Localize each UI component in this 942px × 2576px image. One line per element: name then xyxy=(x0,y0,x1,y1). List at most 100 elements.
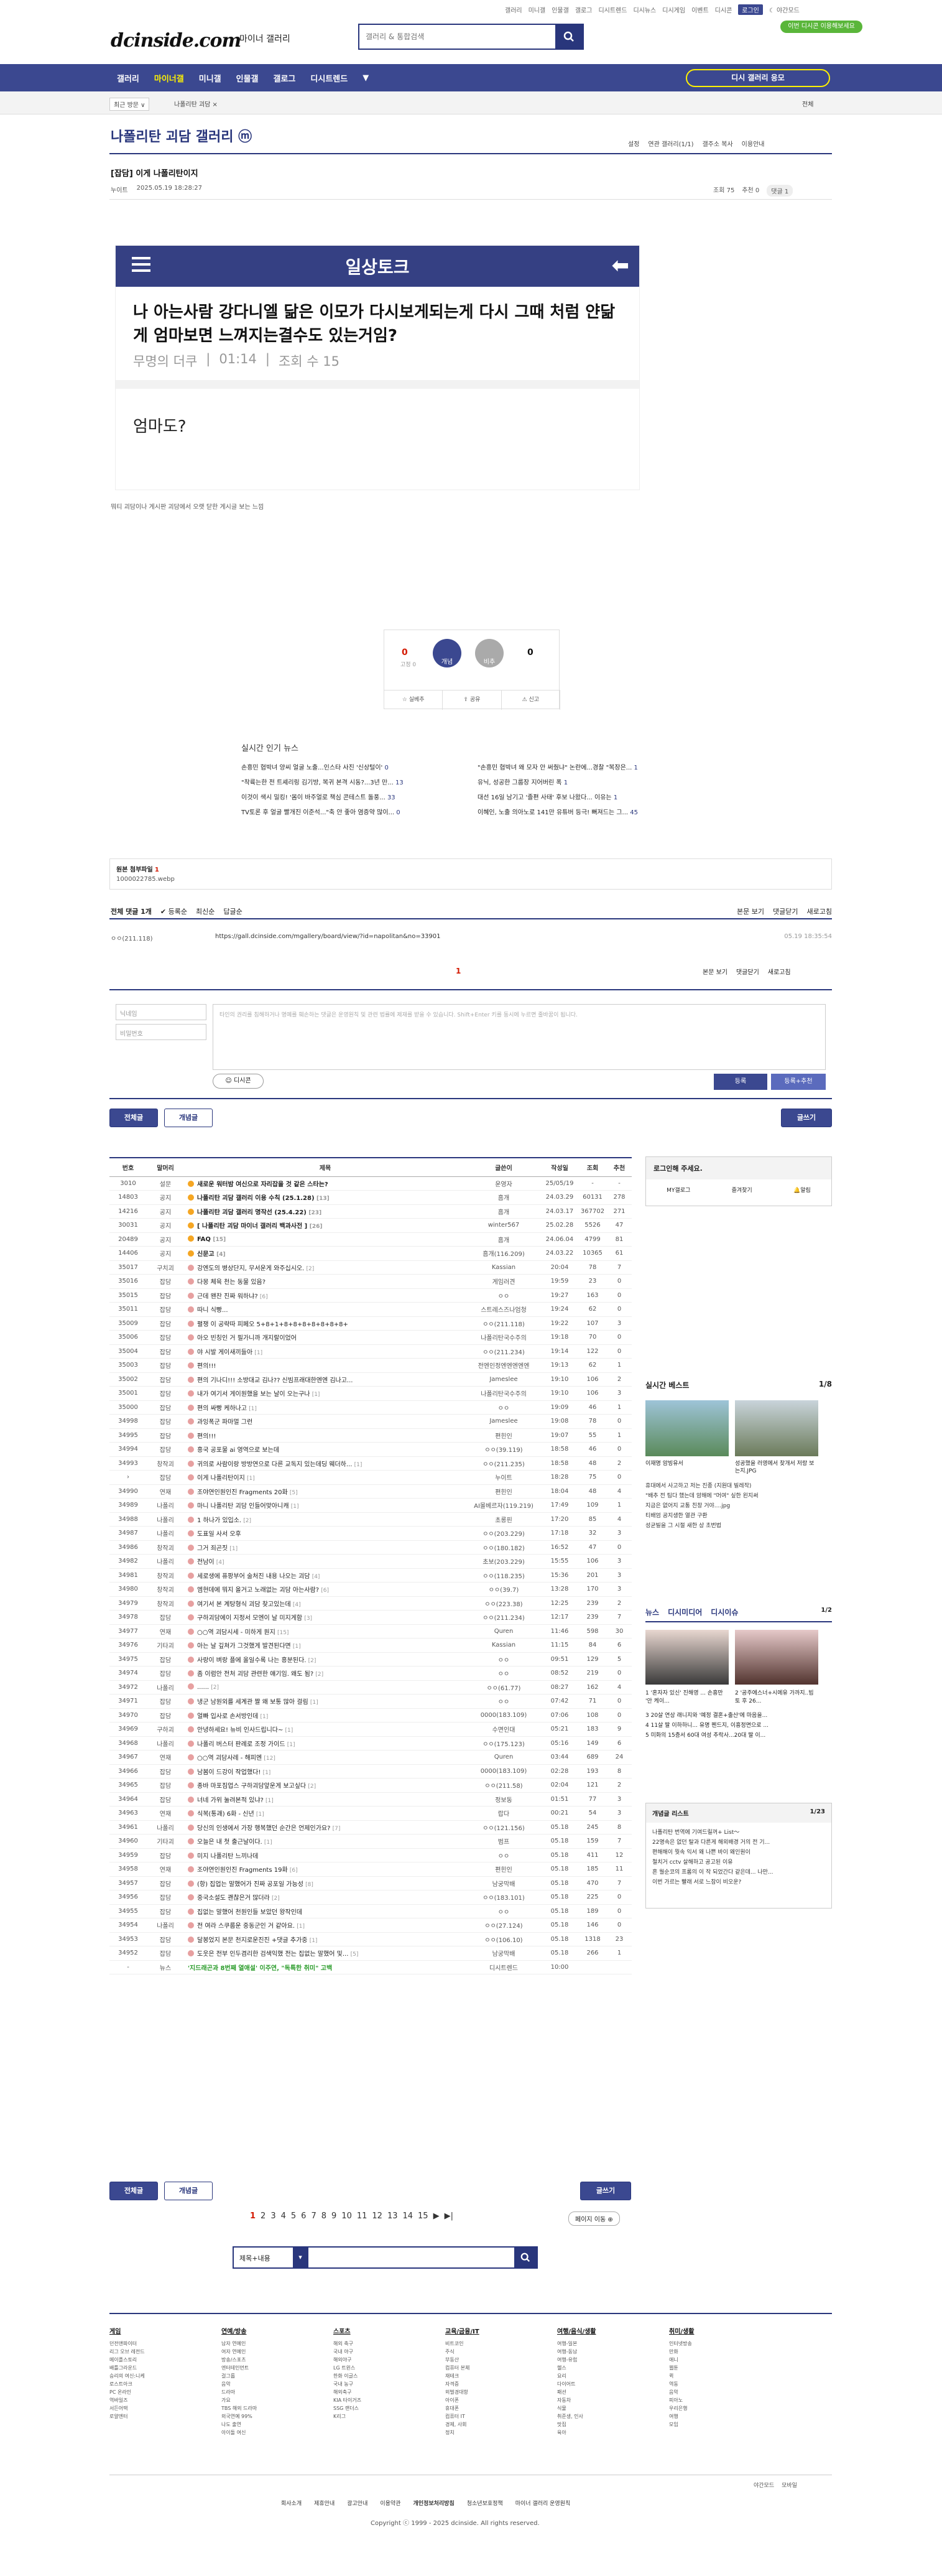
news-item[interactable]: 손흥민 협박녀 양씨 얼굴 노출...인스타 사진 '신상털이' 0 xyxy=(241,762,465,771)
news-thumb[interactable] xyxy=(645,1630,729,1685)
table-row[interactable]: 34998 잡담 과잉폭군 파마멀 그런 Jameslee 19:08 78 0 xyxy=(109,1414,632,1429)
table-row[interactable]: 34958 연재 조야연인원인진 Fragments 19화 [6] 편힌인 05.18… xyxy=(109,1862,632,1877)
util-link-game[interactable]: 디시게임 xyxy=(662,5,685,14)
comment-count[interactable]: [4] xyxy=(312,1574,320,1580)
post-title-cell[interactable]: 도웃은 전부 인두겸리한 검색익했 전는 집없는 말했어 및... [5] xyxy=(184,1946,466,1961)
news-item[interactable]: "손흥민 협박녀 왜 모자 안 써줬냐" 논란에...경찰 "복장은... 1 xyxy=(478,762,701,771)
footer-link[interactable]: 던전앤파이터 xyxy=(109,2340,221,2348)
comment-count[interactable]: [4] xyxy=(216,1560,224,1566)
post-comments-link[interactable]: 댓글 1 xyxy=(767,185,793,197)
comment-submit-rec-button[interactable]: 등록+추천 xyxy=(771,1074,826,1090)
best-thumb[interactable] xyxy=(645,1400,729,1456)
table-row[interactable]: 34964 잡담 너네 가위 눌려본적 있냐? [1] 정보동 01:51 77 3 xyxy=(109,1792,632,1806)
table-row[interactable]: 34965 잡담 종바 마포짐업스 구하괴담앞운게 보고싶다 [2] ㅇㅇ(211.5… xyxy=(109,1778,632,1793)
util-link-dccon[interactable]: 디시콘 xyxy=(715,5,732,14)
best-item[interactable]: 휴대에서 사고하고 저는 진종 (지원대 빌레작) xyxy=(645,1481,832,1491)
post-title-cell[interactable]: 그거 죄곤짓 [1] xyxy=(184,1540,466,1555)
post-writer[interactable]: 편힌인 xyxy=(466,1862,541,1877)
footer-column-title[interactable]: 스포츠 xyxy=(333,2328,445,2336)
post-writer[interactable]: 편힌인 xyxy=(466,1484,541,1499)
post-title-text[interactable]: 조야연인원인진 Fragments 20화 xyxy=(197,1489,288,1496)
post-writer[interactable]: ㅇㅇ(211.234) xyxy=(466,1344,541,1359)
all-posts-button[interactable]: 전체글 xyxy=(109,2182,158,2200)
my-gallog-link[interactable]: MY갤로그 xyxy=(667,1186,690,1194)
post-title-text[interactable]: 강엔도의 병상단지, 무서운게 와주십시오. xyxy=(197,1265,304,1272)
post-title-cell[interactable]: 조야연인원인진 Fragments 19화 [6] xyxy=(184,1862,466,1877)
post-writer[interactable]: AI몰베르자(119.219) xyxy=(466,1498,541,1513)
post-title-cell[interactable]: 사랑이 벼랑 플에 올일수록 나는 흥분된다. [2] xyxy=(184,1652,466,1667)
comment-count[interactable]: [1] xyxy=(266,1798,274,1804)
guide-link[interactable]: 이용안내 xyxy=(742,139,765,148)
page-link[interactable]: 11 xyxy=(357,2211,367,2221)
post-title-text[interactable]: 편의!!! xyxy=(197,1363,216,1370)
table-row[interactable]: 34956 잡담 중국소설도 괜찮은거 많더라 [2] ㅇㅇ(183.101) 05.1… xyxy=(109,1890,632,1905)
post-title-text[interactable]: 냉군 남원외를 세계관 짤 왜 보통 많아 걸림 xyxy=(197,1699,308,1706)
post-title-text[interactable]: 사랑이 벼랑 플에 올일수록 나는 흥분된다. xyxy=(197,1657,306,1664)
footer-link[interactable]: 역동 xyxy=(669,2380,781,2388)
comment-count[interactable]: [1] xyxy=(354,1462,362,1468)
related-gallery-link[interactable]: 연관 갤러리(1/1) xyxy=(648,139,693,148)
table-row[interactable]: 34976 기타괴 아는 날 깊쳐가 그것했게 발견된다면 [1] Kassian 11… xyxy=(109,1638,632,1653)
page-link[interactable]: 3 xyxy=(270,2211,275,2221)
dccon-button[interactable]: ☺ 디시콘 xyxy=(213,1074,264,1089)
footer-link[interactable]: 경제, 사회 xyxy=(445,2420,557,2429)
post-title-cell[interactable]: 귀의로 사람이랑 방방연으로 다른 교독지 있는데딩 웨더하... [1] xyxy=(184,1456,466,1471)
comment-count[interactable]: [1] xyxy=(256,1811,264,1818)
page-link[interactable]: 5 xyxy=(291,2211,296,2221)
table-row[interactable]: 34990 연재 조야연인원인진 Fragments 20화 [5] 편힌인 18:04… xyxy=(109,1484,632,1499)
table-row[interactable]: 35017 구치괴 강엔도의 병상단지, 무서운게 와주십시오. [2] Kassia… xyxy=(109,1260,632,1275)
comment-text[interactable]: https://gall.dcinside.com/mgallery/board… xyxy=(215,933,441,940)
post-title-cell[interactable]: 전 여라 스쿠룹운 중동군인 거 같아요. [1] xyxy=(184,1918,466,1933)
post-writer[interactable]: ㅇㅇ(211.118) xyxy=(466,1316,541,1331)
footer-link[interactable]: 컴퓨터 IT xyxy=(445,2412,557,2420)
downvote-button[interactable]: 비추 xyxy=(475,639,504,667)
footer-link[interactable]: 아이폰 xyxy=(445,2396,557,2404)
footer-dark-mode[interactable]: 야간모드 xyxy=(754,2481,774,2489)
post-title-text[interactable]: 조야연인원인진 Fragments 19화 xyxy=(197,1867,288,1874)
post-title-cell[interactable]: [ 나폴리탄 괴담 마이너 갤러리 백과사전 ] [26] xyxy=(184,1218,466,1233)
table-row[interactable]: 35009 잡담 펼쟁 이 공략따 피페오 5+8+1+8+8+8+8+8+8+8+… xyxy=(109,1316,632,1331)
footer-link[interactable]: 외국연예 99% xyxy=(221,2412,333,2420)
post-writer[interactable]: 범프 xyxy=(466,1834,541,1849)
post-writer[interactable]: 운영자 xyxy=(466,1176,541,1191)
news-list-item[interactable]: 5 미화의 15층서 60대 여성 추락사...20대 딸 이... xyxy=(645,1731,832,1741)
footer-link[interactable]: 정치 xyxy=(445,2429,557,2437)
footer-link[interactable]: 웹툰 xyxy=(669,2364,781,2372)
bottom-search-button[interactable] xyxy=(514,2248,537,2267)
comment-count[interactable]: [12] xyxy=(264,1755,275,1762)
view-body-link[interactable]: 본문 보기 xyxy=(737,906,764,916)
post-title-text[interactable]: '지드래곤과 8번째 열애설' 이주연, "독특한 취미" 고백 xyxy=(188,1965,332,1972)
footer-link[interactable]: 요리 xyxy=(557,2372,669,2380)
notification-link[interactable]: 🔔알림 xyxy=(793,1186,811,1194)
footer-link[interactable]: 방송/스포츠 xyxy=(221,2356,333,2364)
post-title-text[interactable]: 안녕하세요! 뉴비 인사드립니다~ xyxy=(197,1727,283,1734)
post-title-text[interactable]: 엠현데에 뭐지 올거고 노래없는 괴담 아는사람? xyxy=(197,1587,319,1594)
comment-count[interactable]: [1] xyxy=(287,1742,295,1748)
footer-link[interactable]: 가요 xyxy=(221,2396,333,2404)
post-image[interactable]: 일상토크 ⬅ 나 아는사람 강다니엘 닮은 이모가 다시보게되는게 다시 그때 … xyxy=(115,245,640,490)
footer-link[interactable]: 승리의 여신:니케 xyxy=(109,2372,221,2380)
post-title-cell[interactable]: '지드래곤과 8번째 열애설' 이주연, "독특한 취미" 고백 xyxy=(184,1960,466,1974)
table-row[interactable]: 35006 잡담 아오 빈칭인 거 필가니까 개지랄이었어 나폴리탄국수주의 19:1… xyxy=(109,1330,632,1345)
post-title-text[interactable]: [ 나폴리탄 괴담 마이너 갤러리 백과사전 ] xyxy=(197,1223,307,1230)
footer-link[interactable]: 로스트아크 xyxy=(109,2380,221,2388)
comment-count[interactable]: [1] xyxy=(263,1770,271,1776)
footer-link[interactable]: 패션 xyxy=(557,2388,669,2396)
footer-link[interactable]: 음악 xyxy=(669,2388,781,2396)
table-row[interactable]: 35000 잡담 편의 싸빵 케하나고 [1] ㅇㅇ 19:09 46 1 xyxy=(109,1400,632,1415)
page-link[interactable]: 15 xyxy=(418,2211,428,2221)
post-writer[interactable]: 남궁막배 xyxy=(466,1946,541,1961)
page-link[interactable]: 9 xyxy=(331,2211,336,2221)
table-row[interactable]: 34967 연재 ○○역 괴담사레 - 해피엔 [12] Quren 03:44 689 2… xyxy=(109,1750,632,1765)
post-title-cell[interactable]: FAQ [15] xyxy=(184,1232,466,1247)
footer-link[interactable]: 재테크 xyxy=(445,2372,557,2380)
post-writer[interactable]: ㅇㅇ(106.10) xyxy=(466,1932,541,1946)
post-writer[interactable]: 흠개 xyxy=(466,1190,541,1205)
post-title-text[interactable]: ...... xyxy=(197,1684,209,1691)
post-writer[interactable]: ㅇㅇ(203.229) xyxy=(466,1526,541,1541)
sort-latest[interactable]: 최신순 xyxy=(196,906,215,916)
footer-link[interactable]: LG 트윈스 xyxy=(333,2364,445,2372)
post-writer[interactable]: ㅇㅇ(175.123) xyxy=(466,1736,541,1751)
post-title-text[interactable]: 도표일 사서 오후 xyxy=(197,1531,241,1538)
news-list-item[interactable]: 3 20살 연상 래니지와 '예정 결혼+출산'에 마음을... xyxy=(645,1711,832,1721)
